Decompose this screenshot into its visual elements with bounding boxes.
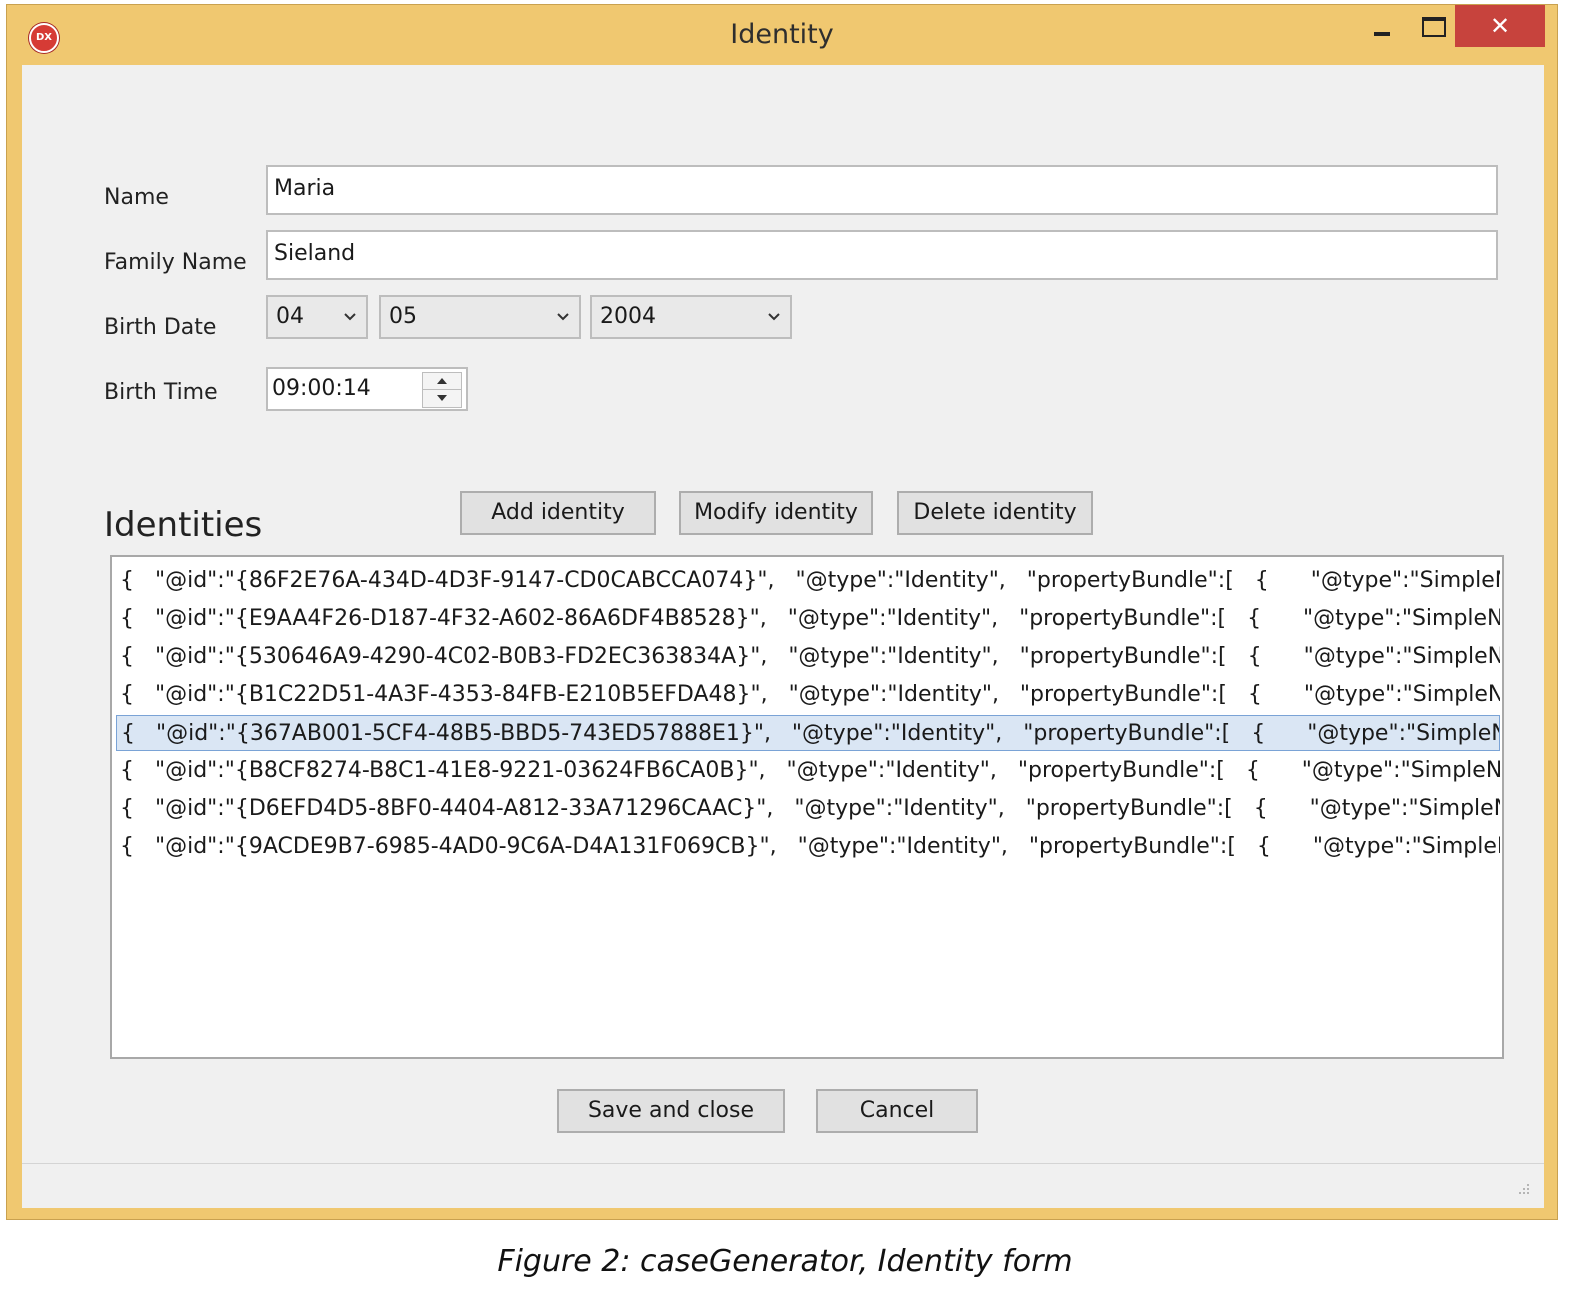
birth-year-select[interactable]: 2004 [590, 295, 792, 339]
caret-down-icon[interactable] [436, 394, 448, 402]
birth-time-spinner[interactable]: 09:00:14 [266, 367, 468, 411]
identities-heading: Identities [104, 505, 263, 545]
chevron-down-icon [768, 313, 780, 321]
delete-identity-button[interactable]: Delete identity [897, 491, 1093, 535]
figure-caption: Figure 2: caseGenerator, Identity form [497, 1244, 1073, 1279]
add-identity-button[interactable]: Add identity [460, 491, 656, 535]
birth-day-select[interactable]: 04 [266, 295, 368, 339]
list-item[interactable]: { "@id":"{E9AA4F26-D187-4F32-A602-86A6DF… [116, 601, 1500, 637]
window-title: Identity [730, 19, 834, 50]
list-item[interactable]: { "@id":"{D6EFD4D5-8BF0-4404-A812-33A712… [116, 791, 1500, 827]
list-item[interactable]: { "@id":"{9ACDE9B7-6985-4AD0-9C6A-D4A131… [116, 829, 1500, 865]
list-item[interactable]: { "@id":"{B1C22D51-4A3F-4353-84FB-E210B5… [116, 677, 1500, 713]
caret-up-icon[interactable] [436, 377, 448, 385]
resize-grip-icon[interactable] [1516, 1182, 1530, 1196]
status-bar-divider [22, 1163, 1544, 1164]
birth-day-value: 04 [276, 304, 304, 329]
identities-list[interactable]: { "@id":"{86F2E76A-434D-4D3F-9147-CD0CAB… [110, 555, 1504, 1059]
birth-time-value: 09:00:14 [272, 376, 371, 401]
list-item[interactable]: { "@id":"{B8CF8274-B8C1-41E8-9221-03624F… [116, 753, 1500, 789]
birth-year-value: 2004 [600, 304, 656, 329]
cancel-button[interactable]: Cancel [816, 1089, 978, 1133]
name-field[interactable]: Maria [266, 165, 1498, 215]
modify-identity-button[interactable]: Modify identity [679, 491, 873, 535]
chevron-down-icon [344, 313, 356, 321]
list-item[interactable]: { "@id":"{530646A9-4290-4C02-B0B3-FD2EC3… [116, 639, 1500, 675]
birth-date-label: Birth Date [104, 315, 217, 340]
name-label: Name [104, 185, 169, 210]
save-and-close-button[interactable]: Save and close [557, 1089, 785, 1133]
family-name-field[interactable]: Sieland [266, 230, 1498, 280]
minimize-button[interactable] [1357, 5, 1407, 47]
form-body: Name Maria Family Name Sieland Birth Dat… [22, 65, 1544, 1208]
identity-window: DX Identity ✕ Name Maria Family Name Sie… [6, 4, 1558, 1220]
family-name-label: Family Name [104, 250, 247, 275]
chevron-down-icon [557, 313, 569, 321]
title-bar[interactable]: DX Identity ✕ [7, 5, 1557, 65]
birth-time-label: Birth Time [104, 380, 218, 405]
birth-month-value: 05 [389, 304, 417, 329]
time-spin-buttons[interactable] [422, 372, 462, 408]
maximize-button[interactable] [1409, 5, 1459, 47]
close-button[interactable]: ✕ [1455, 5, 1545, 47]
birth-month-select[interactable]: 05 [379, 295, 581, 339]
list-item-selected[interactable]: { "@id":"{367AB001-5CF4-48B5-BBD5-743ED5… [116, 715, 1500, 751]
list-item[interactable]: { "@id":"{86F2E76A-434D-4D3F-9147-CD0CAB… [116, 563, 1500, 599]
